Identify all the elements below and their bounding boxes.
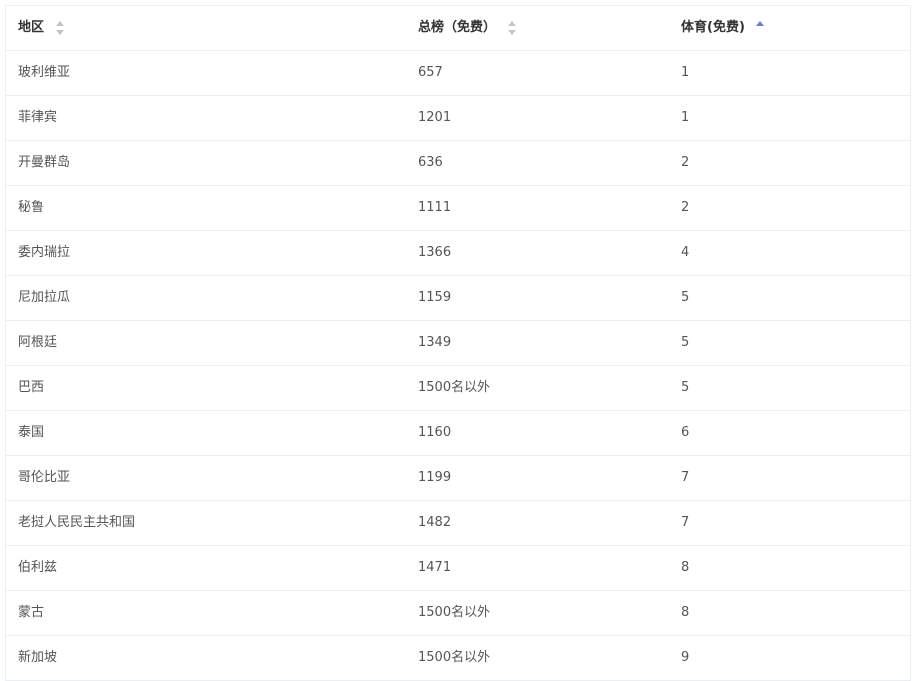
cell-region: 尼加拉瓜: [18, 290, 71, 305]
table-row: 开曼群岛 636 2: [6, 141, 910, 186]
cell-sports-rank: 6: [681, 425, 690, 440]
cell-region: 蒙古: [18, 605, 45, 620]
sort-descending-icon[interactable]: [55, 30, 64, 35]
cell-sports-rank: 1: [681, 110, 690, 125]
cell-overall-rank: 657: [418, 65, 443, 80]
cell-region: 秘鲁: [18, 200, 45, 215]
table-row: 秘鲁 1111 2: [6, 186, 910, 231]
table-row: 巴西 1500名以外 5: [6, 366, 910, 411]
cell-overall-rank: 1159: [418, 290, 452, 305]
sort-caret-icon[interactable]: [55, 20, 65, 36]
cell-region: 巴西: [18, 380, 45, 395]
column-header-label: 总榜（免费）: [418, 20, 497, 35]
sort-ascending-icon[interactable]: [55, 21, 64, 26]
cell-overall-rank: 1366: [418, 245, 452, 260]
sort-caret-icon[interactable]: [755, 20, 765, 36]
cell-region: 泰国: [18, 425, 45, 440]
table-header-row: 地区 总榜（免费） 体育(免费): [6, 6, 910, 51]
table-row: 老挝人民民主共和国 1482 7: [6, 501, 910, 546]
cell-region: 菲律宾: [18, 110, 58, 125]
cell-overall-rank: 1482: [418, 515, 452, 530]
table-row: 伯利兹 1471 8: [6, 546, 910, 591]
cell-sports-rank: 4: [681, 245, 690, 260]
cell-region: 哥伦比亚: [18, 470, 71, 485]
table-row: 蒙古 1500名以外 8: [6, 591, 910, 636]
cell-overall-rank: 636: [418, 155, 443, 170]
sort-ascending-icon[interactable]: [507, 21, 516, 26]
cell-region: 玻利维亚: [18, 65, 71, 80]
column-header-overall-free[interactable]: 总榜（免费）: [406, 6, 669, 50]
table-row: 泰国 1160 6: [6, 411, 910, 456]
cell-sports-rank: 7: [681, 515, 690, 530]
cell-sports-rank: 8: [681, 560, 690, 575]
cell-sports-rank: 5: [681, 380, 690, 395]
cell-sports-rank: 2: [681, 200, 690, 215]
ranking-table: 地区 总榜（免费） 体育(免费) 玻利维亚 657 1 菲律宾 1201 1 开…: [5, 5, 911, 681]
cell-sports-rank: 9: [681, 650, 690, 665]
sort-ascending-icon[interactable]: [756, 21, 765, 26]
cell-overall-rank: 1201: [418, 110, 452, 125]
sort-caret-icon[interactable]: [507, 20, 517, 36]
table-row: 阿根廷 1349 5: [6, 321, 910, 366]
table-row: 新加坡 1500名以外 9: [6, 636, 910, 681]
table-row: 菲律宾 1201 1: [6, 96, 910, 141]
cell-region: 伯利兹: [18, 560, 58, 575]
sort-descending-icon[interactable]: [507, 30, 516, 35]
cell-region: 开曼群岛: [18, 155, 71, 170]
column-header-region[interactable]: 地区: [6, 6, 406, 50]
cell-overall-rank: 1471: [418, 560, 452, 575]
cell-overall-rank: 1500名以外: [418, 380, 491, 395]
cell-overall-rank: 1160: [418, 425, 452, 440]
cell-overall-rank: 1500名以外: [418, 650, 491, 665]
cell-overall-rank: 1111: [418, 200, 452, 215]
cell-region: 新加坡: [18, 650, 58, 665]
cell-sports-rank: 5: [681, 290, 690, 305]
cell-region: 委内瑞拉: [18, 245, 71, 260]
cell-region: 阿根廷: [18, 335, 58, 350]
table-row: 哥伦比亚 1199 7: [6, 456, 910, 501]
cell-sports-rank: 7: [681, 470, 690, 485]
cell-sports-rank: 1: [681, 65, 690, 80]
column-header-label: 地区: [18, 20, 45, 35]
cell-overall-rank: 1500名以外: [418, 605, 491, 620]
cell-overall-rank: 1199: [418, 470, 452, 485]
cell-sports-rank: 8: [681, 605, 690, 620]
table-row: 玻利维亚 657 1: [6, 51, 910, 96]
sort-descending-icon[interactable]: [756, 30, 764, 35]
cell-region: 老挝人民民主共和国: [18, 515, 136, 530]
table-row: 委内瑞拉 1366 4: [6, 231, 910, 276]
cell-sports-rank: 5: [681, 335, 690, 350]
cell-sports-rank: 2: [681, 155, 690, 170]
column-header-label: 体育(免费): [681, 20, 745, 35]
cell-overall-rank: 1349: [418, 335, 452, 350]
column-header-sports-free[interactable]: 体育(免费): [669, 6, 910, 50]
table-row: 尼加拉瓜 1159 5: [6, 276, 910, 321]
